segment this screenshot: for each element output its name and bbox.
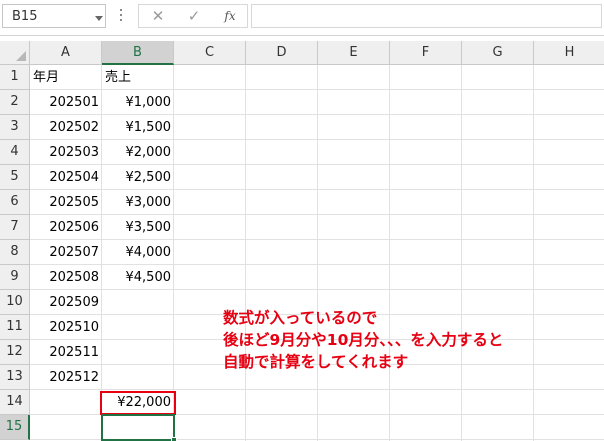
select-all-button[interactable] (0, 41, 30, 65)
row-header-7[interactable]: 7 (0, 215, 30, 240)
cell-b1[interactable]: 売上 (102, 65, 174, 90)
row-header-10[interactable]: 10 (0, 290, 30, 315)
cancel-icon[interactable]: ✕ (147, 6, 169, 26)
row-header-15[interactable]: 15 (0, 415, 30, 440)
column-header-d[interactable]: D (246, 41, 318, 65)
column-header-g[interactable]: G (462, 41, 534, 65)
row-header-9[interactable]: 9 (0, 265, 30, 290)
chevron-down-icon[interactable] (95, 16, 103, 21)
annotation-line: 後ほど9月分や10月分、、、を入力すると (223, 331, 504, 349)
cell-b4[interactable]: ¥2,000 (102, 140, 174, 165)
cell-a10[interactable]: 202509 (30, 290, 102, 315)
cell-b7[interactable]: ¥3,500 (102, 215, 174, 240)
row-header-5[interactable]: 5 (0, 165, 30, 190)
row-header-3[interactable]: 3 (0, 115, 30, 140)
cell-a11[interactable]: 202510 (30, 315, 102, 340)
formula-bar: B15 ✕ ✓ fx (0, 0, 604, 36)
cell-b5[interactable]: ¥2,500 (102, 165, 174, 190)
column-gridline (389, 65, 390, 441)
column-header-f[interactable]: F (390, 41, 462, 65)
formula-input[interactable] (251, 4, 602, 28)
insert-function-icon[interactable]: fx (219, 6, 241, 26)
cell-a2[interactable]: 202501 (30, 90, 102, 115)
name-box[interactable]: B15 (2, 4, 106, 28)
name-box-value: B15 (12, 9, 38, 24)
cell-a1[interactable]: 年月 (30, 65, 102, 90)
cell-a5[interactable]: 202504 (30, 165, 102, 190)
cell-b3[interactable]: ¥1,500 (102, 115, 174, 140)
row-header-13[interactable]: 13 (0, 365, 30, 390)
cell-b8[interactable]: ¥4,000 (102, 240, 174, 265)
column-gridline (533, 65, 534, 441)
row-header-8[interactable]: 8 (0, 240, 30, 265)
cell-a8[interactable]: 202507 (30, 240, 102, 265)
column-gridline (245, 65, 246, 441)
annotation-line: 数式が入っているので (223, 309, 378, 327)
cell-a13[interactable]: 202512 (30, 365, 102, 390)
column-gridline (461, 65, 462, 441)
row-header-11[interactable]: 11 (0, 315, 30, 340)
column-header-e[interactable]: E (318, 41, 390, 65)
fill-handle[interactable] (171, 437, 177, 441)
cell-a12[interactable]: 202511 (30, 340, 102, 365)
column-header-h[interactable]: H (534, 41, 604, 65)
row-header-4[interactable]: 4 (0, 140, 30, 165)
column-header-c[interactable]: C (174, 41, 246, 65)
row-header-2[interactable]: 2 (0, 90, 30, 115)
row-header-1[interactable]: 1 (0, 65, 30, 90)
cell-b6[interactable]: ¥3,000 (102, 190, 174, 215)
cell-a3[interactable]: 202502 (30, 115, 102, 140)
column-gridline (317, 65, 318, 441)
cell-b2[interactable]: ¥1,000 (102, 90, 174, 115)
enter-icon[interactable]: ✓ (183, 6, 205, 26)
active-cell-b15[interactable] (101, 414, 175, 441)
row-header-14[interactable]: 14 (0, 390, 30, 415)
cell-a4[interactable]: 202503 (30, 140, 102, 165)
annotation-line: 自動で計算をしてくれます (223, 353, 409, 371)
formula-buttons: ✕ ✓ fx (138, 4, 248, 28)
column-header-b[interactable]: B (102, 41, 174, 65)
cell-a7[interactable]: 202506 (30, 215, 102, 240)
annotation-note: 数式が入っているので 後ほど9月分や10月分、、、を入力すると 自動で計算をして… (223, 307, 503, 373)
more-options-icon[interactable] (120, 9, 123, 23)
row-header-12[interactable]: 12 (0, 340, 30, 365)
worksheet-grid[interactable]: A B C D E F G H 1 2 3 4 5 6 7 8 9 10 11 12 13 14 15 年月 202501 202… (0, 41, 604, 441)
cell-a9[interactable]: 202508 (30, 265, 102, 290)
select-all-triangle-icon (16, 51, 26, 61)
row-header-6[interactable]: 6 (0, 190, 30, 215)
column-header-a[interactable]: A (30, 41, 102, 65)
highlight-box-b14 (100, 391, 176, 415)
cell-b9[interactable]: ¥4,500 (102, 265, 174, 290)
cell-a6[interactable]: 202505 (30, 190, 102, 215)
